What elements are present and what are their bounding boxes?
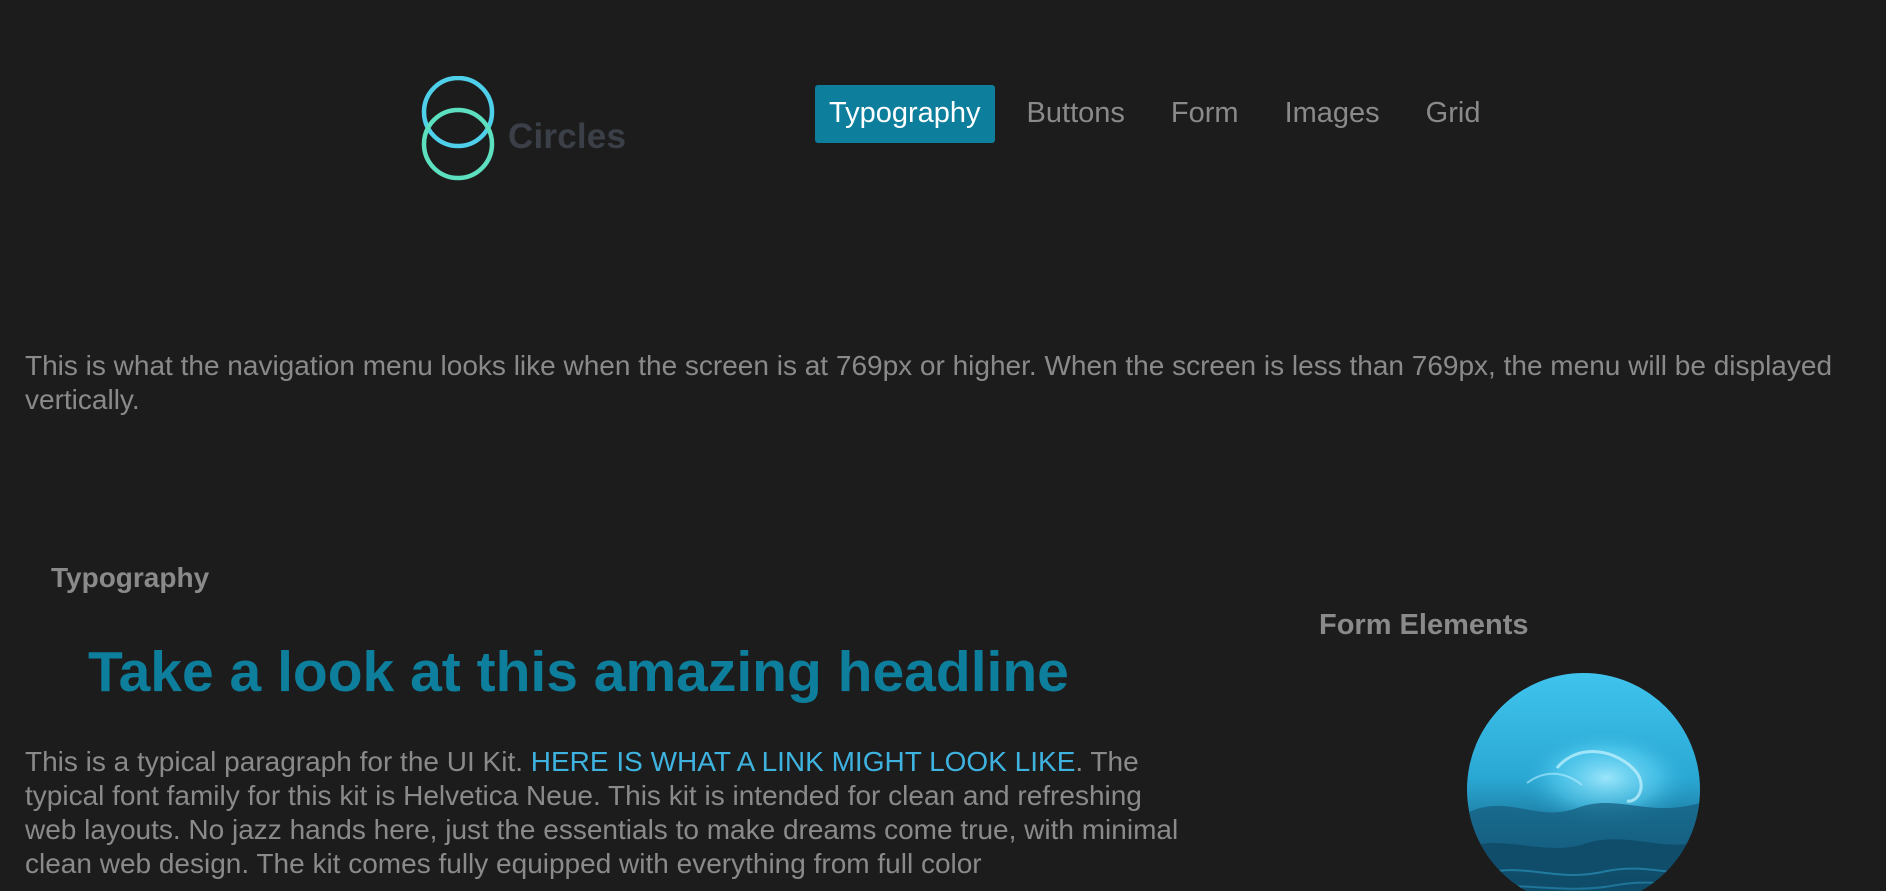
wave-image [1467, 673, 1700, 891]
nav-item-typography[interactable]: Typography [815, 85, 995, 143]
circles-logo-icon [421, 76, 495, 181]
nav-item-form[interactable]: Form [1157, 85, 1253, 143]
intro-text: This is what the navigation menu looks l… [25, 350, 1833, 415]
page: Circles Typography Buttons Form Images G… [0, 0, 1886, 891]
wave-image-graphic [1467, 673, 1700, 891]
example-link[interactable]: HERE IS WHAT A LINK MIGHT LOOK LIKE [531, 746, 1076, 777]
logo[interactable]: Circles [418, 76, 626, 182]
logo-text: Circles [508, 117, 627, 156]
nav-item-images[interactable]: Images [1271, 85, 1394, 143]
main-nav: Typography Buttons Form Images Grid [815, 85, 1512, 143]
headline: Take a look at this amazing headline [88, 640, 1069, 704]
nav-item-buttons[interactable]: Buttons [1013, 85, 1139, 143]
nav-item-grid[interactable]: Grid [1412, 85, 1495, 143]
typography-paragraph: This is a typical paragraph for the UI K… [25, 745, 1195, 881]
section-label-typography: Typography [51, 562, 210, 593]
paragraph-intro-text: This is a typical paragraph for the UI K… [25, 746, 531, 777]
form-elements-label: Form Elements [1319, 609, 1529, 641]
